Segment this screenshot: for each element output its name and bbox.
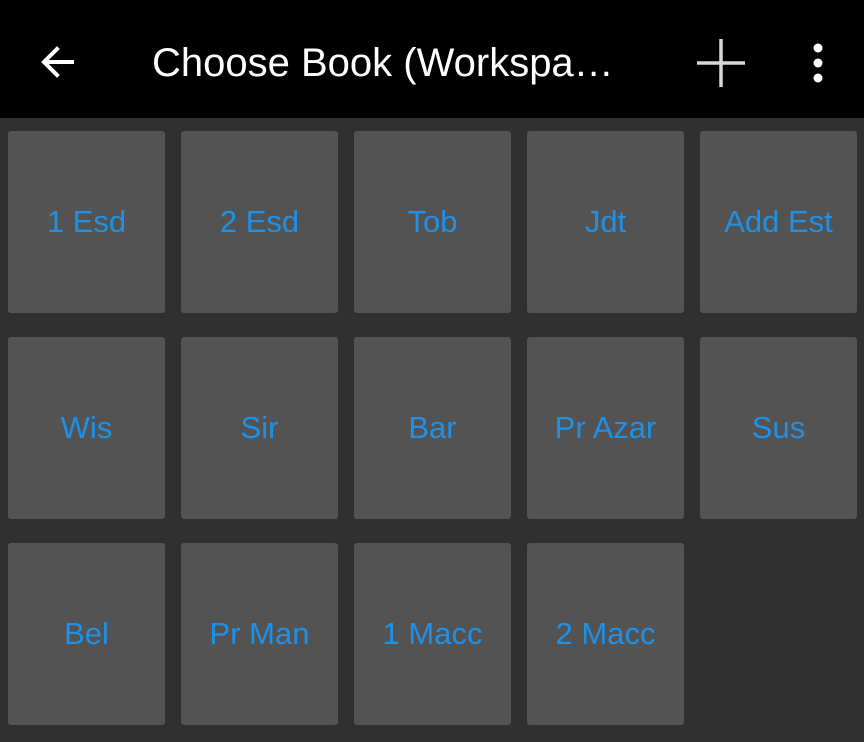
book-label: Sir [240,410,279,445]
book-label: Bar [408,410,457,445]
book-label: 1 Esd [46,204,127,239]
book-label: Pr Man [209,616,310,651]
more-options-button[interactable] [790,30,846,96]
plus-icon [697,39,745,87]
book-tile[interactable]: 1 Esd [8,131,165,313]
book-tile[interactable]: Jdt [527,131,684,313]
book-tile[interactable]: Tob [354,131,511,313]
choose-book-screen: Choose Book (Workspa… 1 Esd 2 Esd Tob Jdt Ad… [0,0,864,742]
arrow-left-icon [41,46,74,78]
book-label: Add Est [724,204,833,239]
book-label: Wis [60,410,113,445]
page-title: Choose Book (Workspa… [152,41,614,85]
book-label: Pr Azar [554,410,657,445]
book-label: Jdt [584,204,627,239]
add-button[interactable] [688,30,754,96]
book-label: 1 Macc [382,616,483,651]
book-label: Tob [407,204,458,239]
book-label: Bel [64,616,109,651]
book-tile[interactable]: 2 Esd [181,131,338,313]
book-tile[interactable]: Sir [181,337,338,519]
more-vertical-icon [813,43,823,83]
book-tile[interactable]: Pr Man [181,543,338,725]
book-tile[interactable]: Wis [8,337,165,519]
book-tile[interactable]: Pr Azar [527,337,684,519]
book-tile[interactable]: Add Est [700,131,857,313]
book-grid: 1 Esd 2 Esd Tob Jdt Add Est Wis Sir Bar Pr Azar S… [8,131,857,725]
book-tile[interactable]: Sus [700,337,857,519]
book-tile[interactable]: 1 Macc [354,543,511,725]
toolbar: Choose Book (Workspa… [0,0,864,118]
book-tile[interactable]: Bel [8,543,165,725]
book-label: 2 Esd [219,204,300,239]
back-button[interactable] [22,26,94,98]
book-tile[interactable]: 2 Macc [527,543,684,725]
book-tile[interactable]: Bar [354,337,511,519]
book-label: Sus [751,410,806,445]
book-label: 2 Macc [555,616,656,651]
